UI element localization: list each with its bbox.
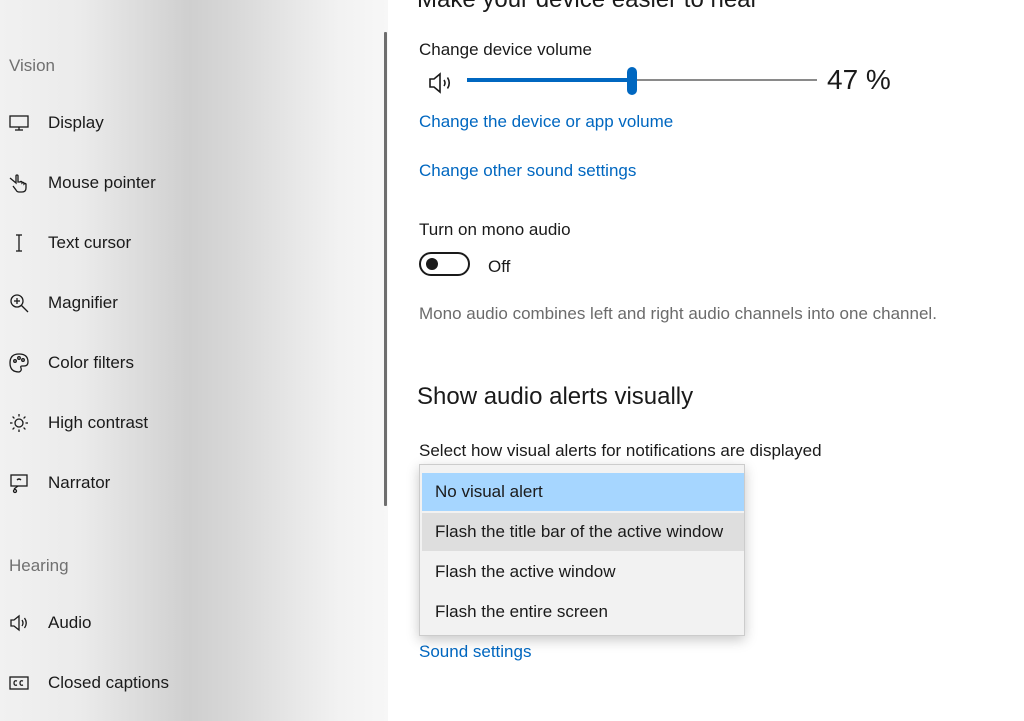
change-other-sound-settings-link[interactable]: Change other sound settings (419, 161, 636, 181)
volume-slider[interactable] (467, 67, 817, 95)
sidebar-item-label: Color filters (48, 353, 134, 372)
sidebar-item-label: High contrast (48, 413, 149, 432)
sidebar-item-magnifier[interactable]: Magnifier (0, 283, 380, 323)
mono-audio-toggle[interactable] (419, 252, 470, 276)
sidebar: Vision Display Mouse pointer Text cursor… (0, 0, 388, 721)
sidebar-item-high-contrast[interactable]: High contrast (0, 403, 380, 443)
sidebar-item-audio[interactable]: Audio (0, 603, 380, 643)
speaker-icon (8, 612, 30, 634)
closed-captions-icon (8, 672, 30, 694)
volume-label: Change device volume (419, 40, 592, 59)
text-cursor-icon (8, 232, 30, 254)
sidebar-item-display[interactable]: Display (0, 103, 380, 143)
mouse-pointer-icon (8, 172, 30, 194)
sun-icon (8, 412, 30, 434)
slider-thumb[interactable] (626, 67, 637, 95)
dropdown-option-flash-active-window[interactable]: Flash the active window (422, 553, 744, 591)
volume-value: 47 % (827, 64, 891, 95)
dropdown-option-flash-title-bar[interactable]: Flash the title bar of the active window (422, 513, 744, 551)
section-label-hearing: Hearing (9, 556, 69, 575)
sidebar-item-label: Mouse pointer (48, 173, 156, 192)
dropdown-option-flash-entire-screen[interactable]: Flash the entire screen (422, 593, 744, 631)
section-label-vision: Vision (9, 56, 55, 75)
magnifier-icon (8, 292, 30, 314)
sidebar-item-label: Magnifier (48, 293, 118, 312)
dropdown-option-no-visual-alert[interactable]: No visual alert (422, 473, 744, 511)
change-device-app-volume-link[interactable]: Change the device or app volume (419, 112, 673, 132)
sidebar-item-label: Display (48, 113, 104, 132)
slider-fill (467, 78, 632, 82)
mono-audio-state: Off (488, 257, 511, 276)
sidebar-item-label: Narrator (48, 473, 111, 492)
sidebar-item-closed-captions[interactable]: Closed captions (0, 663, 380, 703)
main-content: Make your device easier to hear Change d… (390, 0, 1024, 721)
sidebar-item-mouse-pointer[interactable]: Mouse pointer (0, 163, 380, 203)
sidebar-item-color-filters[interactable]: Color filters (0, 343, 380, 383)
palette-icon (8, 352, 30, 374)
toggle-knob (426, 258, 438, 270)
section-heading-hear: Make your device easier to hear (417, 0, 759, 14)
speaker-icon[interactable] (427, 70, 455, 96)
visual-alerts-select-label: Select how visual alerts for notificatio… (419, 441, 822, 460)
sidebar-item-label: Audio (48, 613, 92, 632)
audio-alerts-heading: Show audio alerts visually (417, 383, 694, 410)
sidebar-item-label: Text cursor (48, 233, 132, 252)
sidebar-item-text-cursor[interactable]: Text cursor (0, 223, 380, 263)
monitor-icon (8, 112, 30, 134)
sidebar-item-label: Closed captions (48, 673, 169, 692)
visual-alert-dropdown[interactable]: No visual alert Flash the title bar of t… (419, 464, 745, 636)
sidebar-item-narrator[interactable]: Narrator (0, 463, 380, 503)
sidebar-scrollbar[interactable] (384, 32, 387, 506)
sound-settings-link[interactable]: Sound settings (419, 642, 531, 662)
narrator-icon (8, 472, 30, 494)
mono-audio-label: Turn on mono audio (419, 220, 571, 239)
mono-audio-description: Mono audio combines left and right audio… (419, 304, 937, 323)
